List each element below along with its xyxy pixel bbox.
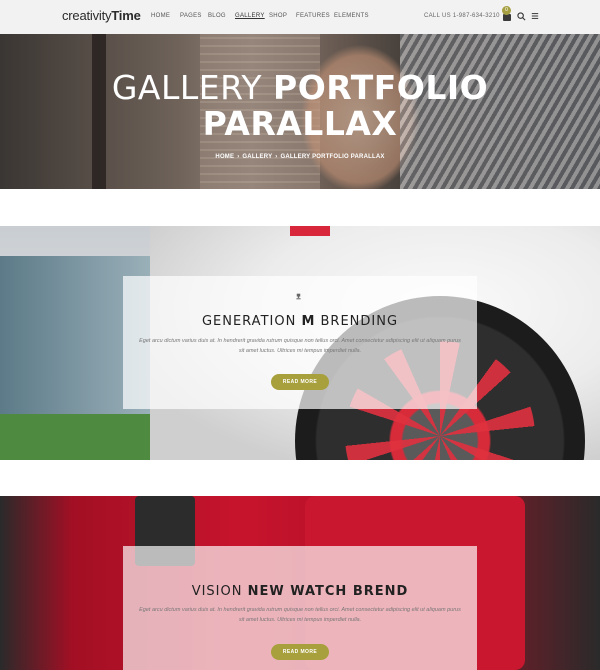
phone-number[interactable]: CALL US 1-987-634-3210 [424, 13, 500, 19]
breadcrumb-home[interactable]: HOME [215, 154, 234, 160]
cart-icon[interactable]: 0 [502, 6, 512, 22]
page-title-light: GALLERY [111, 68, 274, 107]
page-title-bold-1: PORTFOLIO [273, 68, 489, 107]
menu-icon[interactable] [531, 12, 539, 20]
breadcrumb-gallery[interactable]: GALLERY [242, 154, 272, 160]
cart-count-badge: 0 [502, 6, 511, 15]
text-line-1: Eget arcu dictum varius duis at. In hend… [139, 607, 461, 613]
read-more-button[interactable]: READ MORE [271, 644, 329, 660]
logo-light-text: creativity [62, 8, 112, 23]
page-title: GALLERY PORTFOLIO PARALLAX [0, 70, 600, 142]
nav-features[interactable]: FEATURES [296, 13, 330, 19]
nav-home[interactable]: HOME [151, 13, 170, 19]
gallery-bg-hedge [0, 414, 175, 460]
gallery-card-text: Eget arcu dictum varius duis at. In hend… [137, 605, 463, 625]
text-line-2: sit amet luctus. Ultrices mi tempus impe… [238, 617, 362, 623]
title-bold: M [301, 314, 316, 329]
title-pre: VISION [191, 584, 248, 599]
breadcrumb-current: GALLERY PORTFOLIO PARALLAX [280, 154, 385, 160]
page-title-bold-2: PARALLAX [202, 104, 398, 143]
read-more-button[interactable]: READ MORE [271, 374, 329, 390]
gallery-card-title: GENERATION M BRENDING [123, 314, 477, 329]
trophy-icon [296, 293, 301, 300]
title-post: BRENDING [315, 314, 399, 329]
gallery-card: VISION NEW WATCH BREND Eget arcu dictum … [123, 546, 477, 670]
nav-pages[interactable]: PAGES [180, 13, 202, 19]
breadcrumb-separator: › [275, 154, 278, 160]
breadcrumb: HOME › GALLERY › GALLERY PORTFOLIO PARALLAX [0, 154, 600, 160]
site-header: creativityTime HOME PAGES BLOG GALLERY S… [0, 0, 600, 34]
nav-elements[interactable]: ELEMENTS [334, 13, 369, 19]
gallery-card-text: Eget arcu dictum varius duis at. In hend… [137, 336, 463, 356]
title-pre: GENERATION [201, 314, 302, 329]
gallery-card-title: VISION NEW WATCH BREND [123, 584, 477, 599]
breadcrumb-separator: › [237, 154, 240, 160]
site-logo[interactable]: creativityTime [62, 8, 141, 23]
text-line-1: Eget arcu dictum varius duis at. In hend… [139, 338, 461, 344]
title-bold: NEW WATCH BREND [247, 584, 409, 599]
nav-blog[interactable]: BLOG [208, 13, 226, 19]
nav-gallery[interactable]: GALLERY [235, 13, 265, 19]
text-line-2: sit amet luctus. Ultrices mi tempus impe… [238, 348, 362, 354]
search-icon[interactable] [517, 12, 526, 21]
gallery-bg-red-trim [290, 226, 330, 236]
nav-shop[interactable]: SHOP [269, 13, 287, 19]
logo-bold-text: Time [111, 8, 141, 23]
cart-bag-shape [503, 14, 511, 21]
